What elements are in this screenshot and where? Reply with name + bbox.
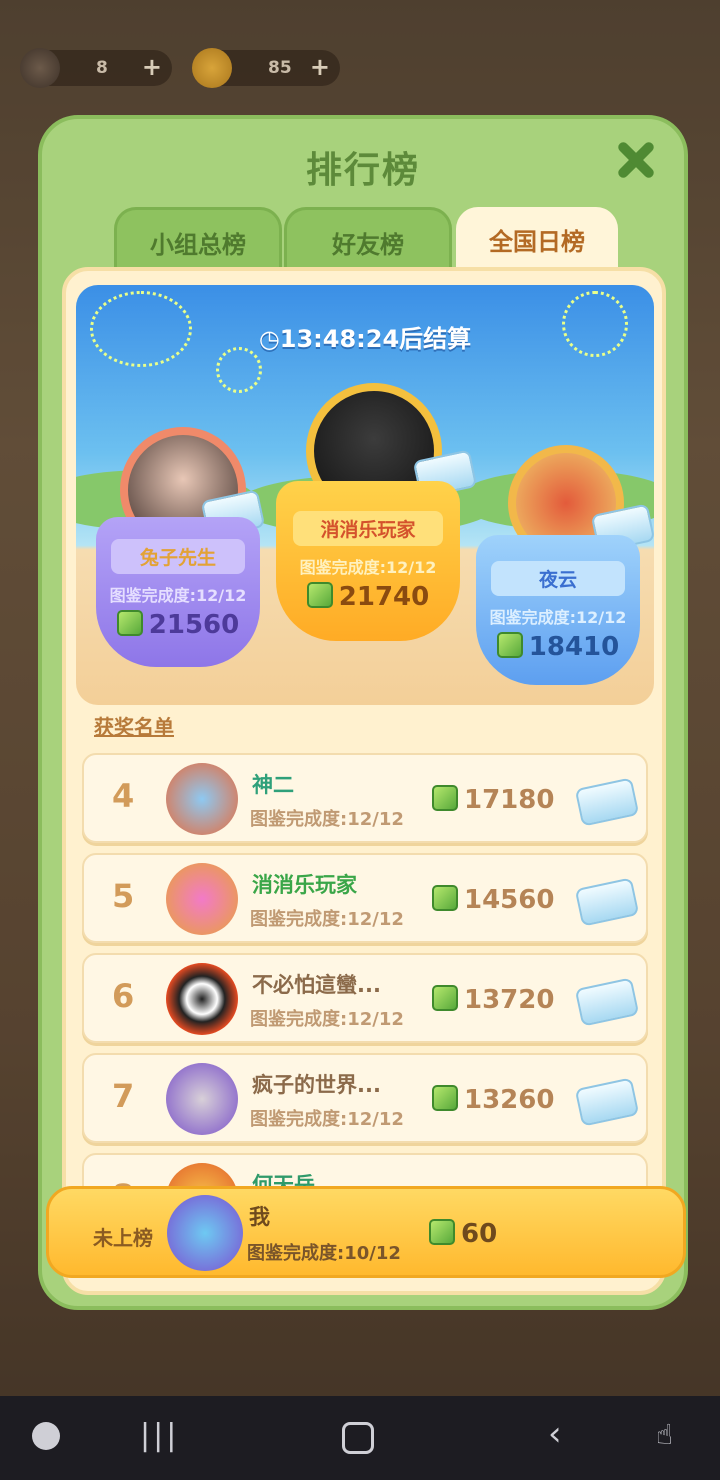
countdown-timer: ◷13:48:24后结算 — [76, 319, 654, 354]
player-name: 疯子的世界... — [252, 1073, 381, 1097]
score: 14560 — [464, 885, 555, 915]
clock-icon: ◷ — [258, 325, 280, 353]
progress-text: 图鉴完成度:12/12 — [250, 1109, 404, 1130]
award-list-label: 获奖名单 — [94, 715, 174, 739]
list-item[interactable]: 4 神二 图鉴完成度:12/12 17180 — [82, 753, 648, 843]
player-name: 神二 — [252, 773, 294, 797]
player-name: 消消乐玩家 — [252, 873, 357, 897]
jade-cube-icon — [116, 610, 143, 636]
score-rank-3: 18410 — [528, 632, 620, 662]
tray-icon — [574, 777, 640, 827]
leaderboard-content: ◷13:48:24后结算 兔子先生 图鉴完成度:12/12 21560 消消乐玩… — [62, 267, 666, 1295]
avatar — [166, 763, 238, 835]
countdown-text: 13:48:24后结算 — [279, 325, 472, 353]
rank-number: 5 — [112, 877, 135, 915]
leaderboard-panel: 排行榜 小组总榜 好友榜 全国日榜 ◷13:48:24后结算 兔子先生 图鉴完成… — [38, 115, 688, 1310]
shield-rank-1: 消消乐玩家 图鉴完成度:12/12 21740 — [276, 481, 460, 641]
progress-text: 图鉴完成度:12/12 — [250, 909, 404, 930]
coin-count: 85 — [268, 58, 292, 78]
score-rank-1: 21740 — [338, 582, 430, 612]
list-item[interactable]: 5 消消乐玩家 图鉴完成度:12/12 14560 — [82, 853, 648, 943]
jade-cube-icon — [432, 885, 458, 911]
progress-rank-2: 图鉴完成度:12/12 — [109, 586, 247, 605]
close-icon[interactable] — [612, 137, 658, 183]
tray-icon — [574, 1077, 640, 1127]
my-name: 我 — [249, 1205, 270, 1229]
item-counter: 8 + — [20, 48, 172, 88]
score: 13260 — [464, 1085, 555, 1115]
avatar — [166, 863, 238, 935]
tray-icon — [574, 977, 640, 1027]
avatar — [166, 963, 238, 1035]
jade-cube-icon — [432, 985, 458, 1011]
name-rank-3: 夜云 — [491, 561, 625, 596]
rank-number: 4 — [112, 777, 135, 815]
jade-cube-icon — [432, 785, 458, 811]
shield-rank-2: 兔子先生 图鉴完成度:12/12 21560 — [96, 517, 260, 667]
coin-icon — [192, 48, 232, 88]
player-name: 不必怕這蠻... — [252, 973, 381, 997]
home-icon[interactable] — [342, 1422, 374, 1454]
avatar — [166, 1063, 238, 1135]
rank-number: 7 — [112, 1077, 135, 1115]
my-rank-bar[interactable]: 未上榜 我 图鉴完成度:10/12 60 — [46, 1186, 686, 1278]
game-icon[interactable] — [32, 1422, 60, 1450]
my-rank-status: 未上榜 — [93, 1226, 153, 1250]
item-count: 8 — [96, 58, 108, 78]
jade-cube-icon — [306, 582, 333, 608]
my-score: 60 — [461, 1219, 498, 1249]
podium: ◷13:48:24后结算 兔子先生 图鉴完成度:12/12 21560 消消乐玩… — [76, 285, 654, 705]
jade-cube-icon — [432, 1085, 458, 1111]
name-rank-1: 消消乐玩家 — [293, 511, 443, 546]
coin-counter: 85 + — [192, 48, 340, 88]
progress-text: 图鉴完成度:12/12 — [250, 809, 404, 830]
jade-cube-icon — [429, 1219, 455, 1245]
jade-cube-icon — [496, 632, 523, 658]
back-icon[interactable]: ‹ — [548, 1414, 562, 1454]
progress-rank-3: 图鉴完成度:12/12 — [489, 608, 627, 627]
add-coin-button[interactable]: + — [310, 53, 330, 81]
my-avatar — [167, 1195, 243, 1271]
name-rank-2: 兔子先生 — [111, 539, 245, 574]
list-item[interactable]: 7 疯子的世界... 图鉴完成度:12/12 13260 — [82, 1053, 648, 1143]
firecracker-icon — [20, 48, 60, 88]
list-item[interactable]: 6 不必怕這蠻... 图鉴完成度:12/12 13720 — [82, 953, 648, 1043]
panel-title: 排行榜 — [305, 150, 420, 191]
my-progress: 图鉴完成度:10/12 — [247, 1243, 401, 1264]
rank-number: 6 — [112, 977, 135, 1015]
score: 17180 — [464, 785, 555, 815]
progress-text: 图鉴完成度:12/12 — [250, 1009, 404, 1030]
tray-icon — [574, 877, 640, 927]
touch-lock-icon[interactable]: ☝ — [656, 1418, 673, 1451]
recents-icon[interactable]: ||| — [140, 1418, 179, 1453]
system-nav-bar: ||| ‹ ☝ — [0, 1396, 720, 1480]
shield-rank-3: 夜云 图鉴完成度:12/12 18410 — [476, 535, 640, 685]
add-item-button[interactable]: + — [142, 53, 162, 81]
score-rank-2: 21560 — [148, 610, 240, 640]
progress-rank-1: 图鉴完成度:12/12 — [299, 558, 437, 577]
score: 13720 — [464, 985, 555, 1015]
